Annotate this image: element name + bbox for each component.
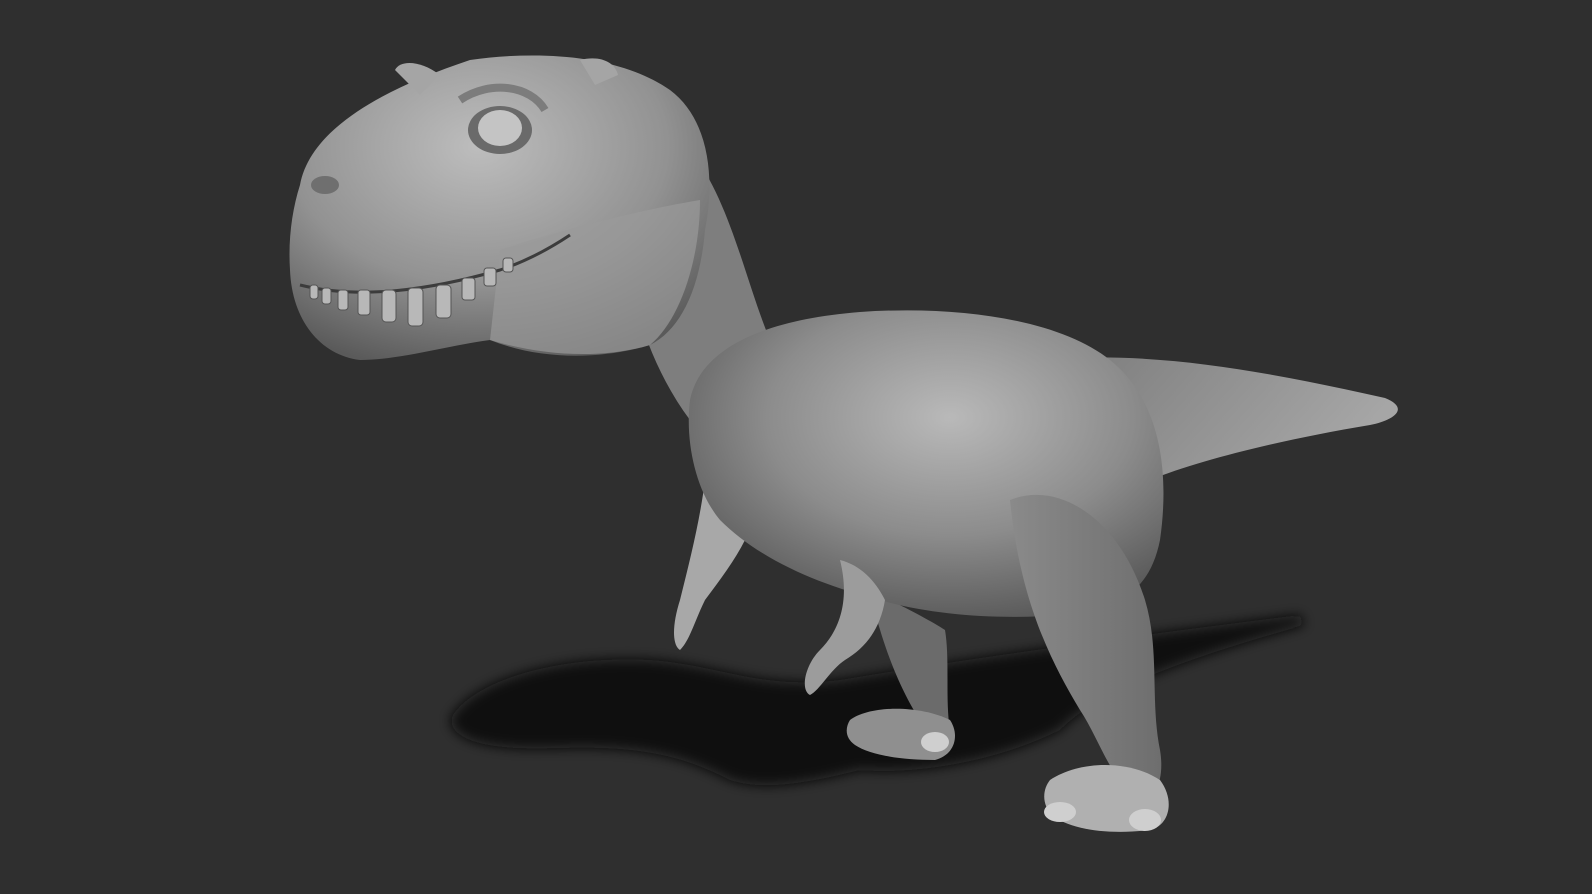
render-viewport (0, 0, 1592, 894)
head (289, 55, 710, 360)
ground-shadow (450, 615, 1305, 786)
trex-render (289, 55, 1398, 832)
eye (468, 106, 532, 154)
